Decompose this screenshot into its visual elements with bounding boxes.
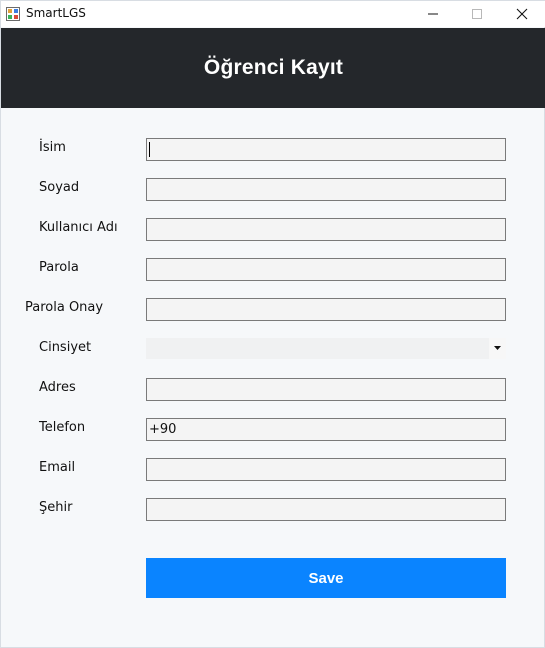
minimize-button[interactable] — [411, 1, 455, 27]
sehir-input[interactable] — [146, 498, 506, 521]
soyad-input[interactable] — [146, 178, 506, 201]
label-kullanici-adi: Kullanıcı Adı — [39, 220, 118, 235]
label-isim: İsim — [39, 140, 66, 155]
page-title: Öğrenci Kayıt — [203, 56, 344, 79]
title-bar: SmartLGS — [1, 1, 545, 27]
label-telefon: Telefon — [39, 420, 86, 435]
cinsiyet-select[interactable] — [146, 338, 506, 359]
maximize-icon — [471, 5, 483, 24]
email-input[interactable] — [146, 458, 506, 481]
form-header: Öğrenci Kayıt — [1, 28, 545, 108]
label-email: Email — [39, 460, 76, 475]
close-button[interactable] — [500, 1, 544, 27]
window-title: SmartLGS — [26, 6, 86, 20]
chevron-down-icon[interactable] — [489, 338, 506, 359]
label-adres: Adres — [39, 380, 76, 395]
app-icon — [6, 6, 20, 21]
label-sehir: Şehir — [39, 500, 73, 515]
label-cinsiyet: Cinsiyet — [39, 340, 92, 355]
label-parola: Parola — [39, 260, 79, 275]
telefon-input[interactable] — [146, 418, 506, 441]
label-soyad: Soyad — [39, 180, 80, 195]
app-window: SmartLGS Öğrenci Kayıt İsim Soyad Kullan… — [0, 0, 545, 648]
maximize-button[interactable] — [455, 1, 499, 27]
close-icon — [516, 5, 528, 24]
label-parola-onay: Parola Onay — [25, 300, 104, 315]
parola-input[interactable] — [146, 258, 506, 281]
kullanici-adi-input[interactable] — [146, 218, 506, 241]
parola-onay-input[interactable] — [146, 298, 506, 321]
save-button[interactable]: Save — [146, 558, 506, 598]
adres-input[interactable] — [146, 378, 506, 401]
text-caret — [149, 142, 150, 157]
isim-input[interactable] — [146, 138, 506, 161]
minimize-icon — [427, 5, 439, 24]
